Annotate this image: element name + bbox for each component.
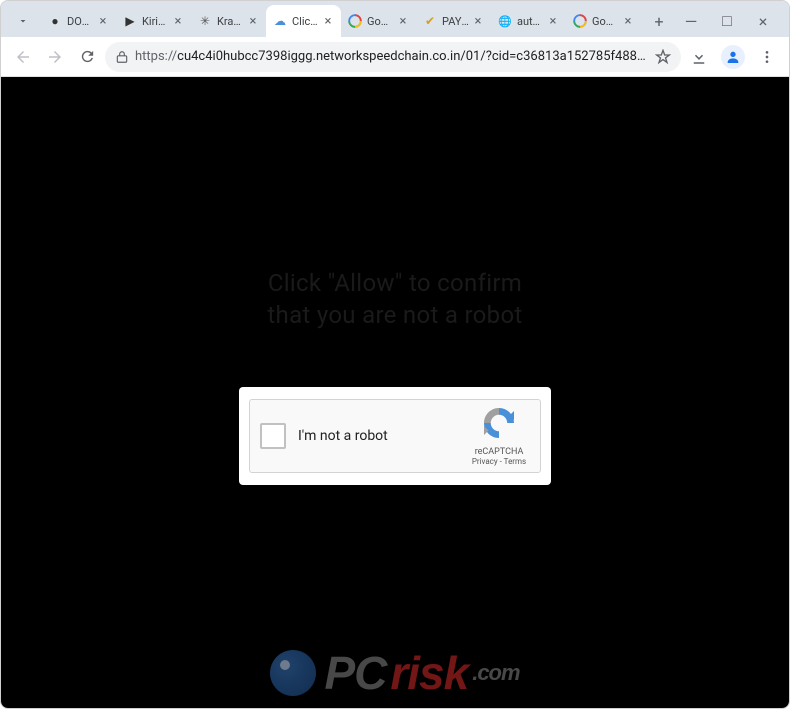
circle-icon: ●: [47, 13, 63, 29]
play-icon: ▶: [122, 13, 138, 29]
tabs-list: ● DOWN × ▶ KirisTV × ✳ Kraven × ☁ Click …: [41, 5, 641, 37]
close-icon[interactable]: ×: [321, 14, 335, 28]
profile-icon: [721, 45, 745, 69]
watermark-text-risk: risk: [390, 646, 468, 700]
close-icon[interactable]: ×: [246, 14, 260, 28]
kebab-icon: [759, 49, 775, 65]
google-icon: [572, 13, 588, 29]
tab-google-2[interactable]: Googl ×: [566, 5, 641, 37]
tab-download[interactable]: ● DOWN ×: [41, 5, 116, 37]
tab-title: Click ": [292, 15, 319, 28]
chevron-down-icon: [13, 11, 33, 31]
tab-title: auto-l: [517, 15, 544, 28]
minimize-icon: —: [685, 12, 698, 31]
address-bar[interactable]: https://cu4c4i0hubcc7398iggg.networkspee…: [105, 42, 681, 72]
spinner-icon: ✳: [197, 13, 213, 29]
back-button[interactable]: [9, 43, 37, 71]
cloud-icon: ☁: [272, 13, 288, 29]
tab-google-1[interactable]: Googl ×: [341, 5, 416, 37]
minimize-button[interactable]: —: [673, 7, 709, 35]
window-controls: — □ ×: [673, 7, 785, 35]
reload-icon: [79, 48, 96, 65]
recaptcha-widget: I'm not a robot reCAPTCHA Privacy - Term…: [249, 399, 541, 473]
bait-text: Click "Allow" to confirm that you are no…: [267, 267, 522, 332]
maximize-icon: □: [722, 11, 732, 31]
captcha-card: I'm not a robot reCAPTCHA Privacy - Term…: [239, 387, 551, 485]
bait-line-2: that you are not a robot: [267, 299, 522, 331]
close-icon[interactable]: ×: [621, 14, 635, 28]
reload-button[interactable]: [73, 43, 101, 71]
toolbar: https://cu4c4i0hubcc7398iggg.networkspee…: [1, 37, 789, 77]
close-icon: ×: [759, 12, 768, 31]
tabs-dropdown[interactable]: [5, 11, 41, 31]
tab-title: PAYMI: [442, 15, 469, 28]
tab-payment[interactable]: ✔ PAYMI ×: [416, 5, 491, 37]
globe-icon: 🌐: [497, 13, 513, 29]
url-text: https://cu4c4i0hubcc7398iggg.networkspee…: [135, 49, 649, 64]
downloads-button[interactable]: [685, 43, 713, 71]
recaptcha-icon: [481, 405, 517, 445]
arrow-right-icon: [46, 48, 64, 66]
captcha-label: I'm not a robot: [298, 428, 468, 444]
tab-title: DOWN: [67, 15, 94, 28]
watermark: PCrisk.com: [1, 646, 789, 700]
close-icon[interactable]: ×: [171, 14, 185, 28]
watermark-text-com: .com: [472, 660, 519, 686]
toolbar-right: [685, 43, 781, 71]
captcha-checkbox[interactable]: [260, 423, 286, 449]
download-icon: [690, 48, 708, 66]
new-tab-button[interactable]: +: [645, 7, 673, 35]
maximize-button[interactable]: □: [709, 7, 745, 35]
watermark-badge-icon: [270, 650, 316, 696]
close-icon[interactable]: ×: [96, 14, 110, 28]
profile-button[interactable]: [719, 43, 747, 71]
tab-kiristv[interactable]: ▶ KirisTV ×: [116, 5, 191, 37]
tab-title: Googl: [367, 15, 394, 28]
google-icon: [347, 13, 363, 29]
check-icon: ✔: [422, 13, 438, 29]
page-content: Click "Allow" to confirm that you are no…: [1, 77, 789, 708]
recaptcha-logo: reCAPTCHA Privacy - Terms: [468, 405, 530, 466]
tab-auto[interactable]: 🌐 auto-l ×: [491, 5, 566, 37]
captcha-brand: reCAPTCHA: [475, 447, 524, 457]
close-icon[interactable]: ×: [471, 14, 485, 28]
forward-button[interactable]: [41, 43, 69, 71]
bait-line-1: Click "Allow" to confirm: [267, 267, 522, 299]
tab-title: KirisTV: [142, 15, 169, 28]
close-icon[interactable]: ×: [546, 14, 560, 28]
tab-title: Googl: [592, 15, 619, 28]
tab-click-allow[interactable]: ☁ Click " ×: [266, 5, 341, 37]
close-icon[interactable]: ×: [396, 14, 410, 28]
captcha-links[interactable]: Privacy - Terms: [472, 457, 526, 466]
tab-title: Kraven: [217, 15, 244, 28]
arrow-left-icon: [14, 48, 32, 66]
tab-kraven[interactable]: ✳ Kraven ×: [191, 5, 266, 37]
close-window-button[interactable]: ×: [745, 7, 781, 35]
site-info-icon[interactable]: [115, 50, 129, 64]
star-icon[interactable]: [655, 49, 671, 65]
tab-bar: ● DOWN × ▶ KirisTV × ✳ Kraven × ☁ Click …: [1, 1, 789, 37]
plus-icon: +: [654, 12, 663, 31]
browser-window: ● DOWN × ▶ KirisTV × ✳ Kraven × ☁ Click …: [0, 0, 790, 709]
menu-button[interactable]: [753, 43, 781, 71]
watermark-text-pc: PC: [324, 646, 386, 700]
